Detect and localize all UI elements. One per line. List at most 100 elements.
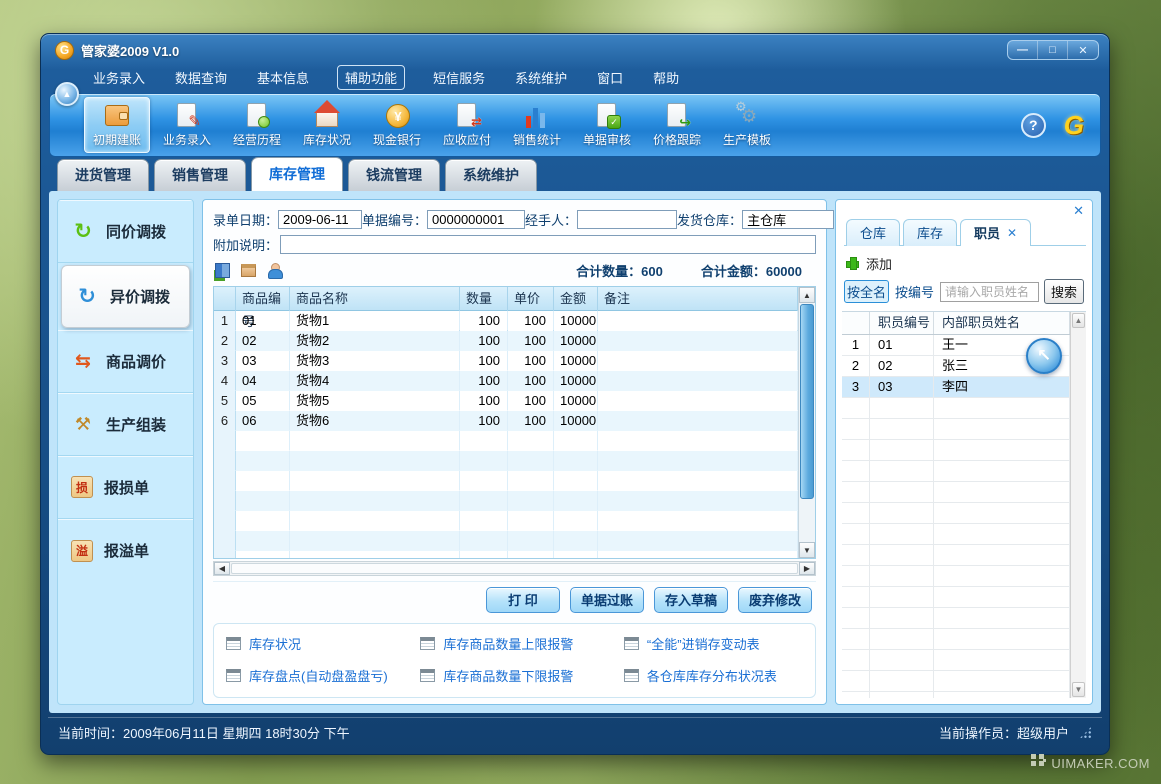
module-tabs: 进货管理 销售管理 库存管理 钱流管理 系统维护 [41, 157, 1109, 191]
tab-system-maintenance[interactable]: 系统维护 [445, 159, 537, 191]
close-button[interactable]: ✕ [1068, 41, 1098, 59]
panel-close-icon[interactable]: ✕ [1073, 203, 1084, 219]
employee-icon[interactable] [267, 263, 282, 279]
toolbar-business-entry-button[interactable]: 业务录入 [154, 97, 220, 153]
items-vertical-scrollbar[interactable]: ▲ ▼ [798, 287, 815, 558]
employee-row-selected[interactable]: 303李四 [842, 377, 1070, 398]
menu-sms-service[interactable]: 短信服务 [431, 66, 487, 89]
save-draft-button[interactable]: 存入草稿 [654, 587, 728, 613]
help-button[interactable]: ? [1021, 113, 1046, 138]
post-document-button[interactable]: 单据过账 [570, 587, 644, 613]
mini-toolbar: 合计数量：600 合计金额：60000 [213, 257, 816, 284]
app-logo-icon: G [55, 41, 74, 60]
titlebar: G 管家婆2009 V1.0 — □ ✕ [41, 34, 1109, 64]
resize-grip[interactable] [1079, 726, 1092, 739]
sidebar-item-diff-price-transfer[interactable]: ↻ 异价调拨 [61, 265, 190, 328]
window-controls: — □ ✕ [1007, 40, 1099, 60]
toolbar-inventory-status-button[interactable]: 库存状况 [294, 97, 360, 153]
toolbar-wrap: ▲ 初期建账 业务录入 经营历程 库存状况 [49, 93, 1101, 157]
sidebar: ↻ 同价调拨 ↻ 异价调拨 ⇆ 商品调价 ⚒ 生产组装 损 报损单 [57, 199, 194, 705]
up-arrow-icon: ▲ [63, 89, 72, 99]
link-stock-upper-limit-alert[interactable]: 库存商品数量上限报警 [420, 634, 624, 653]
menu-system-maintenance[interactable]: 系统维护 [513, 66, 569, 89]
menu-data-query[interactable]: 数据查询 [173, 66, 229, 89]
tab-employee[interactable]: 职员 ✕ [960, 219, 1031, 246]
table-row[interactable]: 606货物610010010000 [214, 411, 798, 431]
bar-chart-icon [523, 102, 551, 128]
link-stocktaking[interactable]: 库存盘点(自动盘盈盘亏) [226, 666, 420, 685]
tab-sales-management[interactable]: 销售管理 [154, 159, 246, 191]
toolbar-receivable-payable-button[interactable]: 应收应付 [434, 97, 500, 153]
scroll-up-icon[interactable]: ▲ [1072, 313, 1085, 328]
items-table-header: 商品编号 商品名称 数量 单价 金额 备注 [214, 287, 798, 311]
tab-inventory-management[interactable]: 库存管理 [251, 157, 343, 191]
total-amount-value: 60000 [766, 264, 802, 279]
form-row-1: 录单日期： 单据编号： 经手人： 发货仓库： [213, 207, 816, 232]
maximize-button[interactable]: □ [1038, 41, 1068, 59]
date-input[interactable] [278, 210, 362, 229]
sidebar-item-same-price-transfer[interactable]: ↻ 同价调拨 [58, 200, 193, 263]
tab-cashflow-management[interactable]: 钱流管理 [348, 159, 440, 191]
search-button[interactable]: 搜索 [1044, 279, 1084, 304]
report-icon [226, 637, 241, 650]
toolbar-sales-statistics-button[interactable]: 销售统计 [504, 97, 570, 153]
sidebar-item-loss-report[interactable]: 损 报损单 [58, 456, 193, 519]
warehouse-icon [313, 102, 341, 128]
sidebar-item-goods-repricing[interactable]: ⇆ 商品调价 [58, 330, 193, 393]
menu-window[interactable]: 窗口 [595, 66, 625, 89]
sidebar-item-overflow-report[interactable]: 溢 报溢单 [58, 519, 193, 582]
scroll-left-icon[interactable]: ◀ [214, 562, 230, 575]
toolbar-initial-setup-button[interactable]: 初期建账 [84, 97, 150, 153]
hscroll-thumb[interactable] [231, 563, 798, 574]
search-by-code-toggle[interactable]: 按编号 [894, 281, 935, 302]
link-warehouse-distribution[interactable]: 各仓库库存分布状况表 [624, 666, 809, 685]
toolbar-production-template-button[interactable]: 生产模板 [714, 97, 780, 153]
table-row[interactable]: 303货物310010010000 [214, 351, 798, 371]
collapse-toolbar-button[interactable]: ▲ [55, 82, 79, 106]
minimize-button[interactable]: — [1008, 41, 1038, 59]
tab-close-icon[interactable]: ✕ [1007, 226, 1017, 240]
items-horizontal-scrollbar[interactable]: ◀ ▶ [213, 561, 816, 576]
company-icon[interactable] [215, 263, 230, 278]
desktop-background: G 管家婆2009 V1.0 — □ ✕ 业务录入 数据查询 基本信息 辅助功能… [0, 0, 1161, 784]
scroll-thumb[interactable] [800, 304, 814, 499]
tab-purchase-management[interactable]: 进货管理 [57, 159, 149, 191]
menu-auxiliary-functions[interactable]: 辅助功能 [337, 65, 405, 90]
link-inventory-status[interactable]: 库存状况 [226, 634, 420, 653]
table-row[interactable]: 404货物410010010000 [214, 371, 798, 391]
link-almighty-change-report[interactable]: “全能”进销存变动表 [624, 634, 809, 653]
employee-search-input[interactable] [940, 282, 1039, 302]
scroll-right-icon[interactable]: ▶ [799, 562, 815, 575]
toolbar-business-history-button[interactable]: 经营历程 [224, 97, 290, 153]
toolbar-cash-bank-button[interactable]: 现金银行 [364, 97, 430, 153]
note-input[interactable] [280, 235, 816, 254]
total-amount-label: 合计金额： [701, 264, 766, 279]
menu-business-entry[interactable]: 业务录入 [91, 66, 147, 89]
link-stock-lower-limit-alert[interactable]: 库存商品数量下限报警 [420, 666, 624, 685]
table-row[interactable]: 505货物510010010000 [214, 391, 798, 411]
menu-basic-info[interactable]: 基本信息 [255, 66, 311, 89]
toolbar-document-audit-button[interactable]: 单据审核 [574, 97, 640, 153]
document-panel: 录单日期： 单据编号： 经手人： 发货仓库： [202, 199, 827, 705]
toolbar-price-tracking-button[interactable]: 价格跟踪 [644, 97, 710, 153]
goods-icon[interactable] [241, 264, 256, 277]
table-row[interactable]: 101货物110010010000 [214, 311, 798, 331]
discard-changes-button[interactable]: 废弃修改 [738, 587, 812, 613]
scroll-up-icon[interactable]: ▲ [799, 287, 815, 303]
scroll-down-icon[interactable]: ▼ [799, 542, 815, 558]
tab-inventory[interactable]: 库存 [903, 219, 957, 246]
table-row[interactable]: 202货物210010010000 [214, 331, 798, 351]
print-button[interactable]: 打 印 [486, 587, 560, 613]
report-icon [624, 669, 639, 682]
sidebar-item-production-assembly[interactable]: ⚒ 生产组装 [58, 393, 193, 456]
search-by-name-toggle[interactable]: 按全名 [844, 280, 889, 303]
employee-vertical-scrollbar[interactable]: ▲ ▼ [1070, 312, 1086, 698]
handler-input[interactable] [577, 210, 677, 229]
warehouse-input[interactable] [742, 210, 834, 229]
report-icon [420, 669, 435, 682]
menu-help[interactable]: 帮助 [651, 66, 681, 89]
add-employee-button[interactable]: 添加 [842, 246, 1086, 279]
scroll-down-icon[interactable]: ▼ [1072, 682, 1085, 697]
doc-no-input[interactable] [427, 210, 525, 229]
tab-warehouse[interactable]: 仓库 [846, 219, 900, 246]
